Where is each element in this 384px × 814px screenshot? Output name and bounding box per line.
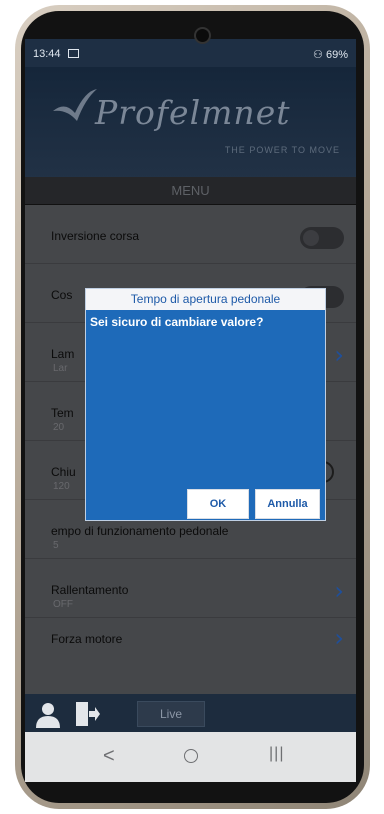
recent-apps-icon[interactable]: ||| [269,745,284,763]
cancel-button[interactable]: Annulla [255,489,320,519]
app-header: Profelmnet THE POWER TO MOVE [25,67,356,182]
row-title: Forza motore [51,632,123,646]
status-time: 13:44 [33,48,61,60]
row-value: 120 [53,481,70,492]
status-bar: 13:44 ⚇ 69% [25,39,356,67]
row-title: Cos [51,288,73,302]
dialog-message: Sei sicuro di cambiare valore? [90,315,264,329]
row-title: empo di funzionamento pedonale [51,524,229,538]
chevron-right-icon[interactable]: › [334,624,344,652]
status-indicators: ⚇ 69% [313,48,348,61]
row-title: Inversione corsa [51,229,140,243]
home-icon[interactable] [184,749,198,763]
front-camera [194,27,211,44]
exit-door-icon[interactable] [71,699,101,729]
row-value: 5 [53,540,59,551]
back-icon[interactable]: < [103,745,115,768]
list-item[interactable]: Inversione corsa [25,205,356,264]
row-value: Lar [53,363,68,374]
battery-level: 69% [325,49,348,61]
toggle-switch[interactable] [300,227,344,249]
chevron-right-icon[interactable]: › [334,341,344,369]
menu-header: MENU [25,177,356,205]
dialog-title: Tempo di apertura pedonale [86,289,325,310]
notification-icon [68,49,79,58]
logo-mark-icon [53,89,97,121]
app-screen: 13:44 ⚇ 69% Profelmnet THE POWER TO MOVE… [25,39,356,782]
wifi-icon: ⚇ [313,49,323,61]
row-value: 20 [53,422,65,433]
list-item[interactable]: Forza motore › [25,618,356,658]
row-title: Tem [51,406,74,420]
row-title: Chiu [51,465,76,479]
list-item[interactable]: Rallentamento OFF › [25,559,356,618]
row-title: Rallentamento [51,583,129,597]
confirm-dialog: Tempo di apertura pedonale Sei sicuro di… [85,288,326,521]
brand-tagline: THE POWER TO MOVE [224,145,340,155]
bottom-toolbar: Live [25,694,356,732]
live-button[interactable]: Live [137,701,205,727]
user-icon[interactable] [33,699,63,729]
row-title: Lam [51,347,75,361]
chevron-right-icon[interactable]: › [334,577,344,605]
android-nav-bar: < ||| [25,732,356,782]
row-value: OFF [53,599,73,610]
brand-logo: Profelmnet [95,93,291,132]
ok-button[interactable]: OK [187,489,249,519]
